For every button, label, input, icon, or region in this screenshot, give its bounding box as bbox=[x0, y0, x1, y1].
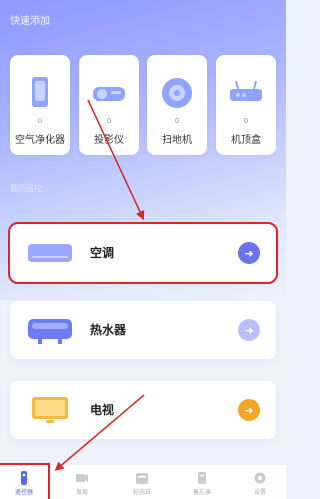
nav-discover[interactable]: 发现 bbox=[58, 465, 106, 499]
air-purifier-icon bbox=[32, 77, 48, 107]
device-label: 空调 bbox=[90, 246, 115, 260]
settings-icon bbox=[254, 472, 266, 484]
device-label: 电视 bbox=[90, 403, 115, 417]
nav-settings[interactable]: 设置 bbox=[236, 465, 284, 499]
set-top-box-icon bbox=[230, 80, 262, 101]
device-water-heater[interactable]: 热水器 ➜ bbox=[10, 301, 276, 359]
discover-icon bbox=[76, 474, 88, 482]
quick-add-label: 扫地机 bbox=[162, 135, 192, 146]
quick-add-count: 0 bbox=[106, 117, 112, 125]
quick-add-label: 投影仪 bbox=[94, 135, 124, 146]
device-tv[interactable]: 电视 ➜ bbox=[10, 381, 276, 439]
calendar-icon bbox=[136, 473, 148, 484]
quick-add-robot-vacuum[interactable]: 0 扫地机 bbox=[147, 55, 207, 155]
projector-icon bbox=[93, 87, 125, 101]
remote-icon bbox=[21, 471, 27, 485]
nav-label: 纪念日 bbox=[132, 489, 151, 496]
quick-add-count: 0 bbox=[243, 117, 249, 125]
quick-add-title: 快速添加 bbox=[10, 16, 50, 27]
device-air-conditioner[interactable]: 空调 ➜ bbox=[8, 222, 278, 284]
quick-add-air-purifier[interactable]: 0 空气净化器 bbox=[10, 55, 70, 155]
nav-anniversary[interactable]: 纪念日 bbox=[118, 465, 166, 499]
nav-label: 发现 bbox=[75, 489, 88, 496]
arrow-right-icon[interactable]: ➜ bbox=[238, 319, 260, 341]
memo-icon bbox=[198, 472, 206, 484]
quick-add-set-top-box[interactable]: 0 机顶盒 bbox=[216, 55, 276, 155]
device-label: 热水器 bbox=[90, 323, 127, 337]
nav-label: 设置 bbox=[253, 489, 266, 496]
tv-icon bbox=[32, 397, 68, 423]
nav-remote[interactable]: 遥控器 bbox=[0, 463, 50, 499]
nav-label: 遥控器 bbox=[14, 489, 33, 496]
water-heater-icon bbox=[28, 319, 72, 344]
nav-label: 备忘录 bbox=[192, 489, 211, 496]
arrow-right-icon[interactable]: ➜ bbox=[238, 242, 260, 264]
quick-add-count: 0 bbox=[37, 117, 43, 125]
quick-add-label: 机顶盒 bbox=[231, 135, 261, 146]
air-conditioner-icon bbox=[28, 244, 72, 262]
my-remotes-title: 我的遥控 bbox=[10, 184, 42, 193]
quick-add-count: 0 bbox=[174, 117, 180, 125]
quick-add-projector[interactable]: 0 投影仪 bbox=[79, 55, 139, 155]
bottom-nav: 遥控器 发现 纪念日 备忘录 设置 bbox=[0, 463, 286, 499]
quick-add-label: 空气净化器 bbox=[15, 135, 65, 146]
quick-add-row: 0 空气净化器 0 投影仪 0 扫地机 0 机顶盒 bbox=[10, 55, 276, 155]
arrow-right-icon[interactable]: ➜ bbox=[238, 399, 260, 421]
robot-vacuum-icon bbox=[162, 78, 192, 108]
nav-memo[interactable]: 备忘录 bbox=[178, 465, 226, 499]
